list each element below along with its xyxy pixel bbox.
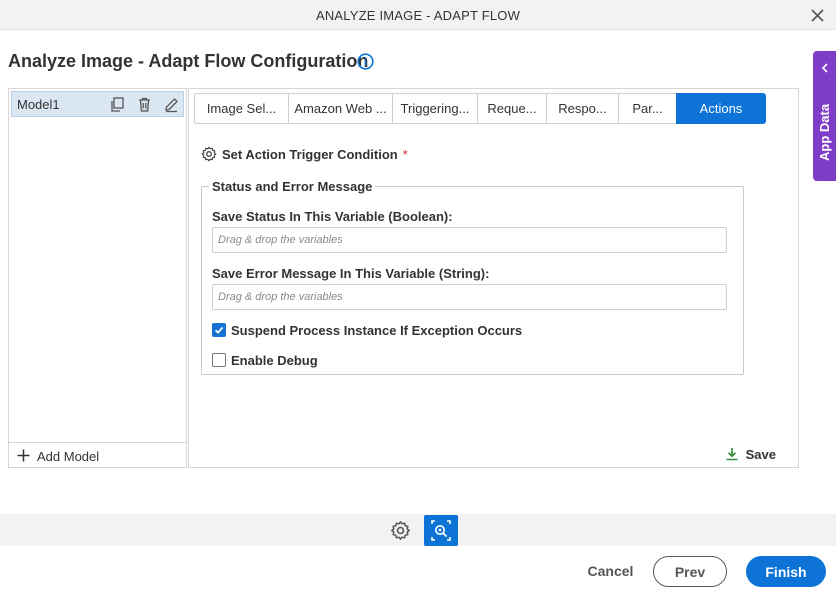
enable-debug-checkbox[interactable]: Enable Debug [212, 352, 318, 368]
tab-bar: Image Sel... Amazon Web ... Triggering..… [194, 93, 766, 124]
prev-button[interactable]: Prev [653, 556, 727, 587]
model-name: Model1 [17, 97, 60, 112]
info-icon[interactable] [357, 53, 374, 70]
status-variable-label: Save Status In This Variable (Boolean): [212, 209, 453, 224]
config-panel: Image Sel... Amazon Web ... Triggering..… [188, 88, 799, 468]
delete-icon[interactable] [136, 96, 153, 113]
copy-icon[interactable] [109, 96, 126, 113]
close-icon[interactable] [808, 6, 826, 24]
settings-gear-icon[interactable] [390, 520, 411, 541]
error-variable-label: Save Error Message In This Variable (Str… [212, 266, 490, 281]
download-icon [726, 448, 738, 461]
model-item[interactable]: Model1 [11, 91, 184, 117]
tab-actions[interactable]: Actions [676, 93, 766, 124]
save-label: Save [745, 446, 776, 462]
enable-debug-label: Enable Debug [231, 352, 318, 368]
checkbox-unchecked-icon [212, 353, 226, 367]
image-analyze-icon[interactable] [424, 515, 458, 546]
page-title: Analyze Image - Adapt Flow Configuration [8, 51, 369, 71]
bottom-toolbar [0, 514, 836, 546]
status-variable-input[interactable] [212, 227, 727, 253]
tab-parameters[interactable]: Par... [618, 93, 676, 124]
cancel-button[interactable]: Cancel [578, 557, 643, 585]
app-data-tab[interactable]: App Data [813, 51, 836, 181]
group-title: Status and Error Message [212, 179, 373, 194]
plus-icon [17, 449, 30, 462]
trigger-label: Set Action Trigger Condition [222, 146, 398, 162]
error-variable-input[interactable] [212, 284, 727, 310]
tab-image-selection[interactable]: Image Sel... [194, 93, 288, 124]
tab-request[interactable]: Reque... [477, 93, 546, 124]
window-titlebar: ANALYZE IMAGE - ADAPT FLOW [0, 0, 836, 30]
set-action-trigger-condition[interactable]: Set Action Trigger Condition * [201, 145, 408, 163]
tab-triggering[interactable]: Triggering... [392, 93, 477, 124]
gear-icon [201, 146, 217, 162]
finish-button[interactable]: Finish [746, 556, 826, 587]
window-title: ANALYZE IMAGE - ADAPT FLOW [315, 8, 521, 23]
app-data-label: App Data [817, 103, 832, 161]
add-model-label: Add Model [37, 449, 100, 464]
add-model-button[interactable]: Add Model [9, 442, 186, 467]
edit-icon[interactable] [163, 96, 180, 113]
tab-response[interactable]: Respo... [546, 93, 618, 124]
suspend-process-label: Suspend Process Instance If Exception Oc… [231, 322, 523, 338]
checkbox-checked-icon [212, 323, 226, 337]
tab-amazon-web-services[interactable]: Amazon Web ... [288, 93, 392, 124]
chevron-left-icon [821, 63, 828, 73]
save-button[interactable]: Save [725, 445, 776, 463]
model-list-panel: Model1 Add Model [8, 88, 187, 468]
suspend-process-checkbox[interactable]: Suspend Process Instance If Exception Oc… [212, 322, 522, 338]
required-mark: * [402, 146, 408, 162]
status-error-group: Status and Error Message Save Status In … [201, 179, 744, 375]
